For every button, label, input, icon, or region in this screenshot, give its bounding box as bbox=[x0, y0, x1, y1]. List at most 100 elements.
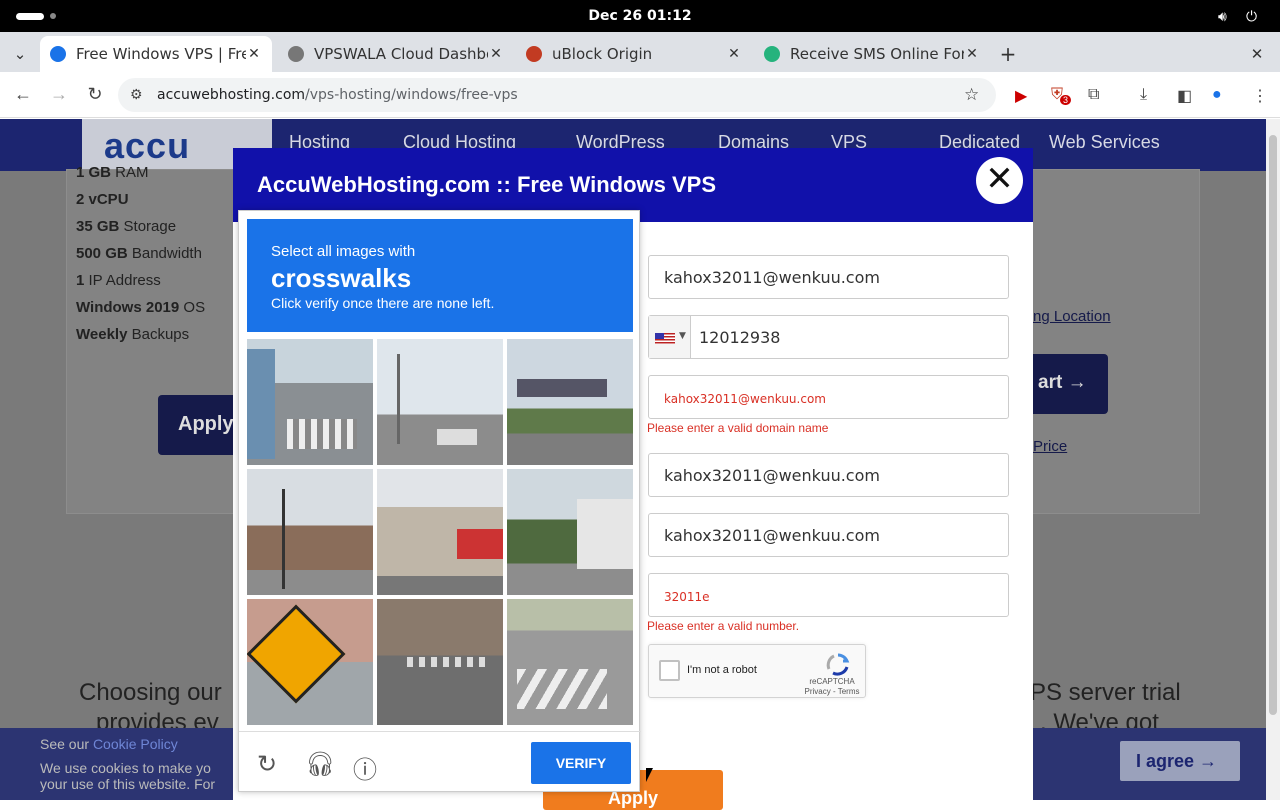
confirm-email-field[interactable]: kahox32011@wenkuu.com bbox=[648, 513, 1009, 557]
number-field[interactable]: 32011e bbox=[648, 573, 1009, 617]
email-field[interactable]: kahox32011@wenkuu.com bbox=[648, 255, 1009, 299]
recaptcha-brand: reCAPTCHA Privacy - Terms bbox=[799, 677, 865, 697]
url-path: /vps-hosting/windows/free-vps bbox=[305, 87, 518, 103]
captcha-tile-2[interactable] bbox=[377, 339, 503, 465]
captcha-tile-1[interactable] bbox=[247, 339, 373, 465]
tab-label: Free Windows VPS | Free bbox=[76, 45, 246, 63]
captcha-tile-6[interactable] bbox=[507, 469, 633, 595]
spec-item: 1 GB RAM bbox=[76, 164, 149, 181]
captcha-footer: ↻ 🎧︎ ⓘ VERIFY bbox=[239, 731, 641, 793]
close-modal-icon[interactable]: ✕ bbox=[976, 157, 1023, 204]
captcha-tile-7[interactable] bbox=[247, 599, 373, 725]
modal-title: AccuWebHosting.com :: Free Windows VPS bbox=[257, 172, 717, 197]
site-info-icon[interactable]: ⚙ bbox=[130, 86, 143, 103]
country-flag-dropdown[interactable]: ▼ bbox=[649, 316, 691, 358]
chevron-down-icon: ▼ bbox=[679, 331, 686, 341]
power-icon[interactable]: ⏻ bbox=[1246, 8, 1257, 25]
close-tab-icon[interactable]: ✕ bbox=[726, 46, 742, 62]
captcha-hint: Click verify once there are none left. bbox=[271, 295, 495, 311]
domain-error-message: Please enter a valid domain name bbox=[647, 421, 829, 435]
info-icon[interactable]: ⓘ bbox=[353, 750, 377, 785]
bookmark-star-icon[interactable]: ☆ bbox=[964, 85, 979, 105]
bottom-heading-right: PS server trial bbox=[1030, 679, 1181, 706]
plan-specs: 1 GB RAM 2 vCPU 35 GB Storage 500 GB Ban… bbox=[76, 159, 205, 348]
spec-item: 1 IP Address bbox=[76, 272, 161, 289]
reload-challenge-icon[interactable]: ↻ bbox=[257, 750, 277, 778]
captcha-instruction-line: Select all images with bbox=[271, 243, 416, 260]
building-image bbox=[577, 499, 633, 569]
side-panel-icon[interactable]: ◧ bbox=[1177, 86, 1192, 106]
tab-ublock-origin[interactable]: uBlock Origin ✕ bbox=[516, 36, 752, 72]
cookie-body-text: We use cookies to make yo your use of th… bbox=[40, 760, 216, 792]
url-host: accuwebhosting.com bbox=[157, 87, 306, 103]
captcha-tile-8[interactable] bbox=[377, 599, 503, 725]
tab-label: Receive SMS Online For 1 bbox=[790, 45, 964, 63]
url-text[interactable]: accuwebhosting.com/vps-hosting/windows/f… bbox=[157, 87, 518, 103]
spec-item: 35 GB Storage bbox=[76, 218, 177, 235]
profile-avatar-icon[interactable]: ● bbox=[1212, 86, 1222, 104]
recaptcha-widget: I'm not a robot reCAPTCHA Privacy - Terms bbox=[648, 644, 866, 698]
browser-menu-icon[interactable]: ⋮ bbox=[1252, 86, 1268, 106]
bicycle-pedestrian-sign-image bbox=[247, 604, 346, 704]
tab-receive-sms[interactable]: Receive SMS Online For 1 ✕ bbox=[754, 36, 990, 72]
spec-item: 2 vCPU bbox=[76, 191, 129, 208]
system-top-bar: Dec 26 01:12 🔊︎ ⏻ bbox=[0, 0, 1280, 32]
location-link[interactable]: ng Location bbox=[1033, 308, 1111, 325]
extension-badge: 3 bbox=[1060, 95, 1072, 105]
sms-favicon-icon bbox=[764, 46, 780, 62]
mouse-cursor bbox=[646, 768, 653, 782]
close-window-icon[interactable]: ✕ bbox=[1246, 36, 1268, 72]
captcha-instructions: Select all images with crosswalks Click … bbox=[247, 219, 633, 332]
captcha-tile-4[interactable] bbox=[247, 469, 373, 595]
phone-field[interactable]: ▼ 12012938 bbox=[648, 315, 1009, 359]
tab-free-windows-vps[interactable]: Free Windows VPS | Free ✕ bbox=[40, 36, 272, 72]
download-icon[interactable]: ⤓ bbox=[1140, 86, 1147, 104]
address-bar[interactable]: ⚙ accuwebhosting.com/vps-hosting/windows… bbox=[118, 78, 996, 112]
forward-arrow-icon[interactable]: → bbox=[48, 84, 70, 105]
browser-tab-strip: ⌄ Free Windows VPS | Free ✕ VPSWALA Clou… bbox=[0, 32, 1280, 92]
domain-field[interactable]: kahox32011@wenkuu.com bbox=[648, 375, 1009, 419]
volume-icon[interactable]: 🔊︎ bbox=[1218, 8, 1227, 25]
storefront-sign-image bbox=[457, 529, 503, 559]
audio-challenge-icon[interactable]: 🎧︎ bbox=[305, 750, 335, 778]
ublock-extension-icon[interactable]: ⛨ 3 bbox=[1051, 86, 1072, 105]
captcha-tile-3[interactable] bbox=[507, 339, 633, 465]
lamp-post-image bbox=[282, 489, 285, 589]
tab-list-chevron-icon[interactable]: ⌄ bbox=[8, 36, 32, 72]
price-link[interactable]: Price bbox=[1033, 438, 1067, 455]
number-error-message: Please enter a valid number. bbox=[647, 619, 800, 633]
cloud-favicon-icon bbox=[50, 46, 66, 62]
truck-image bbox=[437, 429, 477, 445]
pole-image bbox=[397, 354, 400, 444]
extensions-puzzle-icon[interactable]: ⧉ bbox=[1088, 86, 1099, 104]
username-field[interactable]: kahox32011@wenkuu.com bbox=[648, 453, 1009, 497]
back-arrow-icon[interactable]: ← bbox=[12, 84, 34, 105]
page-scrollbar[interactable] bbox=[1266, 119, 1280, 800]
close-tab-icon[interactable]: ✕ bbox=[964, 46, 980, 62]
bottom-heading-left: Choosing our bbox=[79, 679, 222, 706]
system-clock[interactable]: Dec 26 01:12 bbox=[0, 8, 1280, 24]
globe-favicon-icon bbox=[288, 46, 304, 62]
tab-vpswala-dashboard[interactable]: VPSWALA Cloud Dashbo ✕ bbox=[278, 36, 514, 72]
recaptcha-links[interactable]: Privacy - Terms bbox=[805, 687, 860, 696]
agree-button[interactable]: I agree → bbox=[1120, 741, 1240, 781]
recaptcha-checkbox[interactable] bbox=[659, 660, 680, 681]
close-tab-icon[interactable]: ✕ bbox=[488, 46, 504, 62]
reload-icon[interactable]: ↻ bbox=[84, 84, 106, 105]
recaptcha-brand-text: reCAPTCHA bbox=[809, 677, 855, 686]
cookie-policy-link[interactable]: Cookie Policy bbox=[93, 736, 178, 752]
captcha-tile-5[interactable] bbox=[377, 469, 503, 595]
new-tab-plus-icon[interactable]: + bbox=[994, 36, 1022, 72]
scrollbar-thumb[interactable] bbox=[1269, 135, 1277, 715]
phone-value: 12012938 bbox=[699, 328, 781, 347]
add-to-cart-background-button[interactable]: art → bbox=[1028, 354, 1108, 414]
tab-label: VPSWALA Cloud Dashbo bbox=[314, 45, 488, 63]
captcha-tile-9[interactable] bbox=[507, 599, 633, 725]
spec-item: Weekly Backups bbox=[76, 326, 190, 343]
nav-web-services[interactable]: Web Services bbox=[1049, 132, 1160, 153]
extension-red-icon[interactable]: ▶ bbox=[1015, 86, 1027, 106]
ublock-favicon-icon bbox=[526, 46, 542, 62]
crosswalk-stripes bbox=[287, 419, 357, 449]
close-tab-icon[interactable]: ✕ bbox=[246, 46, 262, 62]
verify-button[interactable]: VERIFY bbox=[531, 742, 631, 784]
